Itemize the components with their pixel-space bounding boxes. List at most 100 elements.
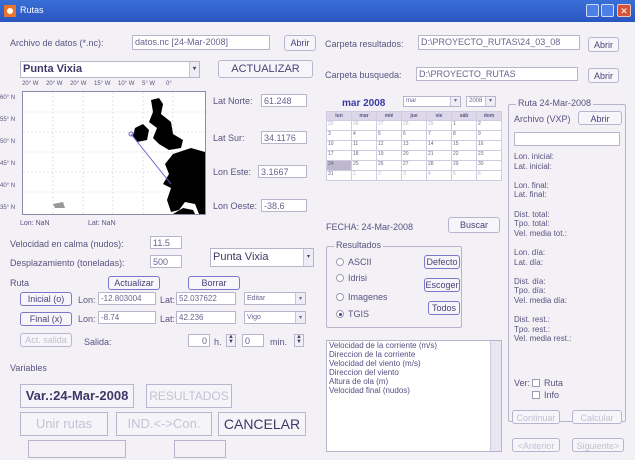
ascii-radio[interactable] (336, 258, 344, 266)
route-delete-button[interactable]: Borrar (188, 276, 240, 290)
default-button[interactable]: Defecto (424, 255, 460, 269)
update-departure-button[interactable]: Act. salida (20, 333, 72, 347)
cancel-button[interactable]: CANCELAR (218, 412, 306, 436)
calendar-day[interactable]: 19 (376, 150, 402, 161)
location-select[interactable]: Punta Vixia ▾ (20, 61, 200, 78)
calendar-day[interactable]: 14 (426, 140, 452, 151)
calendar-day[interactable]: 24 (326, 160, 352, 171)
lon-este-field[interactable]: 3.1667 (258, 165, 307, 178)
calendar-day[interactable]: 28 (426, 160, 452, 171)
calendar-day[interactable]: 18 (351, 150, 377, 161)
calendar-day[interactable]: 29 (426, 120, 452, 131)
variables-list[interactable]: Velocidad de la corriente (m/s) Direccion… (326, 340, 502, 452)
variable-list-item[interactable]: Direccion de la corriente (327, 350, 501, 359)
initial-point-button[interactable]: Inicial (o) (20, 292, 72, 306)
hour-stepper[interactable]: ▲ ▼ (226, 334, 236, 347)
calendar-day[interactable]: 5 (451, 170, 477, 181)
imagenes-radio[interactable] (336, 293, 344, 301)
calendar-day[interactable]: 17 (326, 150, 352, 161)
minute-stepper[interactable]: ▲ ▼ (294, 334, 304, 347)
velocidad-field[interactable]: 11.5 (150, 236, 182, 249)
results-folder-input[interactable]: D:\PROYECTO_RUTAS\24_03_08 (418, 35, 580, 50)
continue-button[interactable]: Continuar (512, 410, 560, 424)
initial-lon-field[interactable]: -12.803004 (98, 292, 156, 305)
vxp-file-input[interactable] (514, 132, 620, 146)
calendar-day[interactable]: 5 (376, 130, 402, 141)
calendar-day[interactable]: 11 (351, 140, 377, 151)
route-update-button[interactable]: Actualizar (108, 276, 160, 290)
calendar-day[interactable]: 30 (476, 160, 502, 171)
final-point-button[interactable]: Final (x) (20, 312, 72, 326)
map-view[interactable] (22, 91, 206, 215)
calendar-day[interactable]: 6 (476, 170, 502, 181)
calendar-day[interactable]: 1 (351, 170, 377, 181)
lat-norte-field[interactable]: 61.248 (261, 94, 307, 107)
calendar-day[interactable]: 6 (401, 130, 427, 141)
calendar-day[interactable]: 4 (351, 130, 377, 141)
variable-list-item[interactable]: Altura de ola (m) (327, 377, 501, 386)
results-folder-open-button[interactable]: Abrir (588, 37, 619, 52)
search-folder-input[interactable]: D:\PROYECTO_RUTAS (416, 67, 578, 81)
ind-con-button[interactable]: IND.<->Con. (116, 412, 212, 436)
calendar-day[interactable]: 25 (326, 120, 352, 131)
calendar-day[interactable]: 27 (376, 120, 402, 131)
results-button[interactable]: RESULTADOS (146, 384, 232, 408)
variables-scrollbar[interactable] (490, 341, 501, 451)
calendar-day[interactable]: 25 (351, 160, 377, 171)
departure-hour-field[interactable]: 0 (188, 334, 210, 347)
all-button[interactable]: Todos (428, 301, 460, 315)
month-select[interactable]: mar ▾ (403, 96, 461, 107)
calendar-day[interactable]: 16 (476, 140, 502, 151)
join-routes-button[interactable]: Unir rutas (20, 412, 108, 436)
stepper-down-icon[interactable]: ▼ (296, 339, 302, 345)
variable-list-item[interactable]: Velocidad final (nudos) (327, 386, 501, 395)
calendar-day[interactable]: 15 (451, 140, 477, 151)
final-lon-field[interactable]: -8.74 (98, 311, 156, 324)
second-location-select[interactable]: Punta Vixia ▾ (210, 248, 314, 267)
minimize-button[interactable] (586, 4, 599, 17)
calendar-grid[interactable]: lun mar mié jue vie sáb dom 25 26 27 28 29 1 2 3 4 5 6 7 8 9… (326, 111, 502, 181)
file-open-button[interactable]: Abrir (284, 35, 316, 51)
calendar-day[interactable]: 23 (476, 150, 502, 161)
tgis-radio[interactable] (336, 310, 344, 318)
variable-list-item[interactable]: Velocidad del viento (m/s) (327, 359, 501, 368)
calendar-day[interactable]: 2 (376, 170, 402, 181)
search-folder-open-button[interactable]: Abrir (588, 68, 619, 83)
lon-oeste-field[interactable]: -38.6 (261, 199, 307, 212)
calendar-day[interactable]: 20 (401, 150, 427, 161)
final-point-select[interactable]: Vigo ▾ (244, 311, 306, 324)
initial-lat-field[interactable]: 52.037622 (176, 292, 236, 305)
calendar-day[interactable]: 7 (426, 130, 452, 141)
calendar-day[interactable]: 31 (326, 170, 352, 181)
calendar-day[interactable]: 8 (451, 130, 477, 141)
lat-sur-field[interactable]: 34.1176 (261, 131, 307, 144)
departure-minute-field[interactable]: 0 (242, 334, 264, 347)
calendar-day[interactable]: 2 (476, 120, 502, 131)
choose-button[interactable]: Escoger (424, 278, 460, 292)
calendar-day[interactable]: 27 (401, 160, 427, 171)
ruta-checkbox[interactable] (532, 379, 540, 387)
calendar-day[interactable]: 10 (326, 140, 352, 151)
variable-list-item[interactable]: Direccion del viento (327, 368, 501, 377)
search-button[interactable]: Buscar (448, 217, 500, 233)
calendar-day[interactable]: 26 (351, 120, 377, 131)
variables-date-button[interactable]: Var.:24-Mar-2008 (20, 384, 134, 408)
maximize-button[interactable] (601, 4, 614, 17)
file-input[interactable]: datos.nc [24-Mar-2008] (132, 35, 270, 50)
update-button[interactable]: ACTUALIZAR (218, 60, 313, 78)
calendar-day[interactable]: 4 (426, 170, 452, 181)
variable-list-item[interactable]: Velocidad de la corriente (m/s) (327, 341, 501, 350)
info-checkbox[interactable] (532, 391, 540, 399)
final-lat-field[interactable]: 42.236 (176, 311, 236, 324)
vxp-open-button[interactable]: Abrir (578, 111, 622, 125)
year-select[interactable]: 2008 ▾ (466, 96, 496, 107)
calendar-day[interactable]: 26 (376, 160, 402, 171)
calendar-day[interactable]: 1 (451, 120, 477, 131)
stepper-down-icon[interactable]: ▼ (228, 339, 234, 345)
calendar-day[interactable]: 9 (476, 130, 502, 141)
calendar-day[interactable]: 12 (376, 140, 402, 151)
calendar-day[interactable]: 28 (401, 120, 427, 131)
calculate-button[interactable]: Calcular (572, 410, 622, 424)
desplazamiento-field[interactable]: 500 (150, 255, 182, 268)
calendar-day[interactable]: 13 (401, 140, 427, 151)
